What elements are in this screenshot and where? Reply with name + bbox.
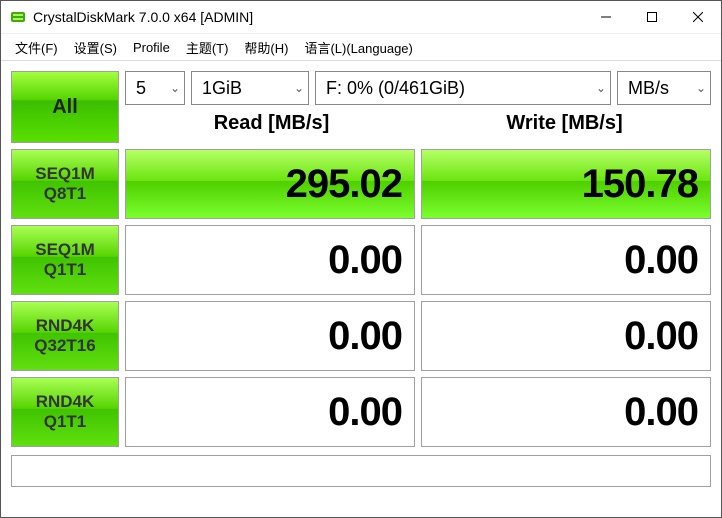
maximize-button[interactable] bbox=[629, 1, 675, 33]
all-button-label: All bbox=[52, 96, 78, 119]
menu-bar: 文件(F) 设置(S) Profile 主题(T) 帮助(H) 语言(L)(La… bbox=[1, 34, 721, 61]
result-row: RND4KQ1T10.000.00 bbox=[11, 377, 711, 447]
menu-profile[interactable]: Profile bbox=[125, 38, 178, 57]
loops-value: 5 bbox=[136, 78, 146, 99]
test-button-seq1m-q8t1[interactable]: SEQ1MQ8T1 bbox=[11, 149, 119, 219]
test-label-line2: Q8T1 bbox=[44, 184, 87, 204]
result-row: SEQ1MQ8T1295.02150.78 bbox=[11, 149, 711, 219]
header-read: Read [MB/s] bbox=[125, 112, 418, 135]
write-value-cell: 0.00 bbox=[421, 377, 711, 447]
test-label-line2: Q32T16 bbox=[34, 336, 95, 356]
top-controls-row: All 5 ⌄ 1GiB ⌄ F: 0% (0/461GiB) ⌄ bbox=[11, 71, 711, 143]
chevron-down-icon: ⌄ bbox=[596, 81, 606, 95]
test-button-rnd4k-q1t1[interactable]: RND4KQ1T1 bbox=[11, 377, 119, 447]
write-value-cell: 150.78 bbox=[421, 149, 711, 219]
unit-select[interactable]: MB/s ⌄ bbox=[617, 71, 711, 105]
test-label-line1: SEQ1M bbox=[35, 164, 95, 184]
menu-settings[interactable]: 设置(S) bbox=[66, 36, 125, 59]
test-button-seq1m-q1t1[interactable]: SEQ1MQ1T1 bbox=[11, 225, 119, 295]
test-label-line2: Q1T1 bbox=[44, 260, 87, 280]
header-write: Write [MB/s] bbox=[418, 112, 711, 135]
column-headers: Read [MB/s] Write [MB/s] bbox=[125, 107, 711, 139]
all-button[interactable]: All bbox=[11, 71, 119, 143]
drive-value: F: 0% (0/461GiB) bbox=[326, 78, 465, 99]
menu-language[interactable]: 语言(L)(Language) bbox=[296, 36, 420, 59]
menu-theme[interactable]: 主题(T) bbox=[178, 36, 237, 59]
menu-help[interactable]: 帮助(H) bbox=[236, 36, 296, 59]
test-button-rnd4k-q32t16[interactable]: RND4KQ32T16 bbox=[11, 301, 119, 371]
chevron-down-icon: ⌄ bbox=[696, 81, 706, 95]
window-title: CrystalDiskMark 7.0.0 x64 [ADMIN] bbox=[33, 9, 583, 25]
write-value-cell: 0.00 bbox=[421, 301, 711, 371]
size-select[interactable]: 1GiB ⌄ bbox=[191, 71, 309, 105]
read-value-cell: 0.00 bbox=[125, 301, 415, 371]
size-value: 1GiB bbox=[202, 78, 242, 99]
loops-select[interactable]: 5 ⌄ bbox=[125, 71, 185, 105]
read-value-cell: 295.02 bbox=[125, 149, 415, 219]
results-rows: SEQ1MQ8T1295.02150.78SEQ1MQ1T10.000.00RN… bbox=[11, 149, 711, 447]
app-window: CrystalDiskMark 7.0.0 x64 [ADMIN] 文件(F) … bbox=[0, 0, 722, 518]
chevron-down-icon: ⌄ bbox=[294, 81, 304, 95]
status-bar bbox=[11, 455, 711, 487]
test-label-line1: SEQ1M bbox=[35, 240, 95, 260]
read-value-cell: 0.00 bbox=[125, 225, 415, 295]
content-area: All 5 ⌄ 1GiB ⌄ F: 0% (0/461GiB) ⌄ bbox=[1, 61, 721, 517]
read-value-cell: 0.00 bbox=[125, 377, 415, 447]
dropdown-group: 5 ⌄ 1GiB ⌄ F: 0% (0/461GiB) ⌄ MB/s ⌄ bbox=[125, 71, 711, 143]
test-label-line2: Q1T1 bbox=[44, 412, 87, 432]
title-bar: CrystalDiskMark 7.0.0 x64 [ADMIN] bbox=[1, 1, 721, 34]
close-button[interactable] bbox=[675, 1, 721, 33]
result-row: SEQ1MQ1T10.000.00 bbox=[11, 225, 711, 295]
test-label-line1: RND4K bbox=[36, 316, 95, 336]
write-value-cell: 0.00 bbox=[421, 225, 711, 295]
chevron-down-icon: ⌄ bbox=[170, 81, 180, 95]
minimize-button[interactable] bbox=[583, 1, 629, 33]
menu-file[interactable]: 文件(F) bbox=[7, 36, 66, 59]
app-icon bbox=[9, 8, 27, 26]
drive-select[interactable]: F: 0% (0/461GiB) ⌄ bbox=[315, 71, 611, 105]
result-row: RND4KQ32T160.000.00 bbox=[11, 301, 711, 371]
unit-value: MB/s bbox=[628, 78, 669, 99]
test-label-line1: RND4K bbox=[36, 392, 95, 412]
